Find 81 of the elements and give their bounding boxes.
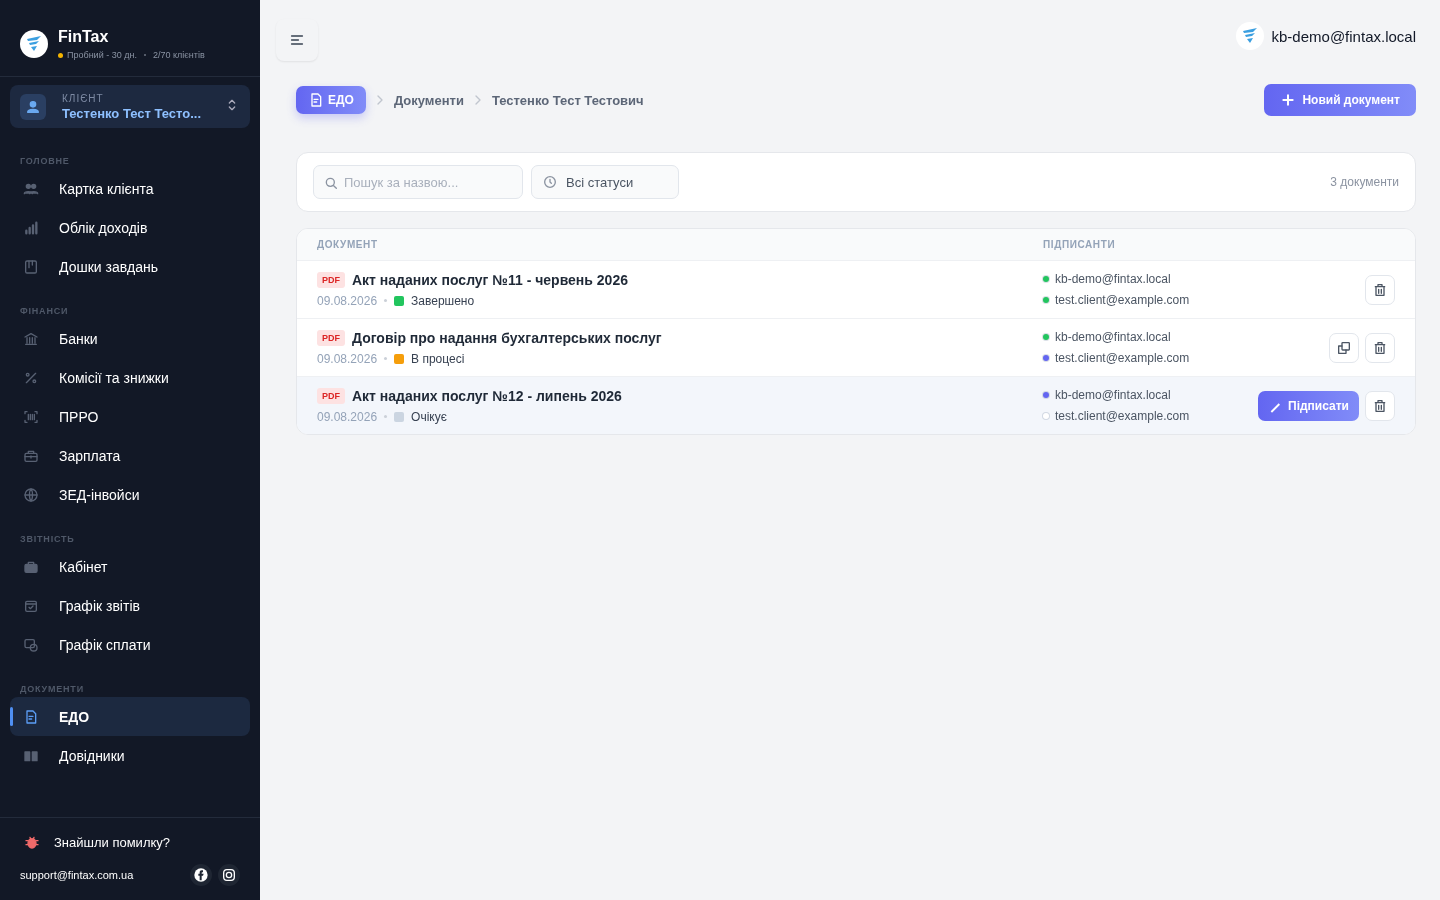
sidebar-item[interactable]: Графік звітів [10, 586, 250, 625]
breadcrumb-link[interactable]: Тестенко Тест Тестович [491, 92, 644, 108]
signer-email: test.client@example.com [1055, 409, 1190, 423]
section-heading: ФІНАНСИ [19, 306, 70, 316]
document-row[interactable]: PDF Акт наданих послуг №12 - липень 2026 09.08.2026 Очікує kb-demo@fintax.local test.client@example.com Підписати [297, 377, 1415, 434]
sidebar-item[interactable]: Довідники [10, 736, 250, 775]
delete-button[interactable] [1365, 332, 1395, 363]
sidebar-item[interactable]: ЗЕД-інвойси [10, 475, 250, 514]
copy-icon [1336, 339, 1352, 356]
sidebar-item[interactable]: ЕДО [10, 697, 250, 736]
clock-icon [542, 174, 558, 190]
bug-report-link[interactable]: Знайшли помилку? [20, 834, 240, 850]
facebook-icon[interactable] [190, 864, 212, 886]
logo-icon [20, 30, 48, 58]
bank-icon [23, 330, 39, 347]
document-date: 09.08.2026 [317, 409, 378, 424]
instagram-icon[interactable] [218, 864, 240, 886]
signer-email: test.client@example.com [1055, 293, 1190, 307]
delete-button[interactable] [1365, 274, 1395, 305]
user-email[interactable]: kb-demo@fintax.local [1271, 27, 1416, 45]
signer-email: kb-demo@fintax.local [1055, 388, 1171, 402]
breadcrumb-link[interactable]: Документи [393, 92, 464, 108]
user-avatar-icon [1235, 22, 1264, 50]
sidebar-item[interactable]: Банки [10, 319, 250, 358]
sidebar-item[interactable]: Картка клієнта [10, 169, 250, 208]
brand-name: FinTax [58, 28, 110, 46]
sidebar-item[interactable]: Графік сплати [10, 625, 250, 664]
person-icon [20, 93, 46, 120]
file-type-tag: PDF [317, 387, 345, 404]
bar-chart-icon [23, 219, 39, 236]
trash-icon [1372, 397, 1388, 414]
separator-dot-icon [384, 415, 388, 418]
plan-text: Пробний - 30 дн. [67, 50, 137, 60]
calendar-coin-icon [23, 636, 39, 653]
signer-email: kb-demo@fintax.local [1055, 330, 1171, 344]
search-field[interactable]: Пошук за назвою... [313, 165, 523, 199]
new-document-button[interactable]: Новий документ [1264, 84, 1416, 116]
sidebar-item[interactable]: Комісії та знижки [10, 358, 250, 397]
column-header: ПІДПИСАНТИ [1043, 239, 1116, 250]
trash-icon [1372, 281, 1388, 298]
document-count: 3 документи [1330, 175, 1399, 189]
status-text: В процесі [411, 351, 465, 366]
document-icon [308, 92, 324, 108]
status-dropdown[interactable]: Всі статуси [531, 165, 679, 199]
client-picker[interactable]: КЛІЄНТ Тестенко Тест Тесто... [10, 85, 250, 128]
sidebar-item[interactable]: Кабінет [10, 547, 250, 586]
sidebar-item[interactable]: Облік доходів [10, 208, 250, 247]
status-dot-icon [58, 52, 63, 58]
file-type-tag: PDF [317, 271, 345, 288]
signer-email: test.client@example.com [1055, 351, 1190, 365]
status-text: Завершено [411, 293, 475, 308]
menu-icon [289, 32, 305, 48]
copy-button[interactable] [1329, 332, 1359, 363]
menu-button[interactable] [276, 19, 318, 61]
status-text: Очікує [411, 409, 447, 424]
board-icon [23, 258, 39, 275]
support-email[interactable]: support@fintax.com.ua [20, 869, 134, 881]
column-header: ДОКУМЕНТ [316, 239, 379, 250]
sidebar-item[interactable]: ПРРО [10, 397, 250, 436]
sidebar-item[interactable]: Дошки завдань [10, 247, 250, 286]
document-date: 09.08.2026 [317, 351, 378, 366]
delete-button[interactable] [1365, 390, 1395, 421]
document-title: Акт наданих послуг №12 - липень 2026 [352, 387, 622, 404]
sidebar-item[interactable]: Зарплата [10, 436, 250, 475]
separator-dot-icon [384, 299, 388, 302]
section-heading: ГОЛОВНЕ [19, 156, 71, 166]
signer-email: kb-demo@fintax.local [1055, 272, 1171, 286]
clients-count: 2/70 клієнтів [152, 50, 205, 60]
sign-button[interactable]: Підписати [1258, 390, 1359, 421]
bug-icon [24, 834, 40, 850]
document-date: 09.08.2026 [317, 293, 378, 308]
separator-dot-icon [384, 357, 388, 360]
barcode-scan-icon [23, 408, 39, 425]
document-title: Договір про надання бухгалтерських послуг [352, 329, 662, 346]
document-title: Акт наданих послуг №11 - червень 2026 [352, 271, 628, 288]
trash-icon [1372, 339, 1388, 356]
file-type-tag: PDF [317, 329, 345, 346]
section-heading: ДОКУМЕНТИ [19, 684, 85, 694]
globe-icon [23, 486, 39, 503]
document-icon [23, 708, 39, 725]
section-heading: ЗВІТНІСТЬ [19, 534, 76, 544]
